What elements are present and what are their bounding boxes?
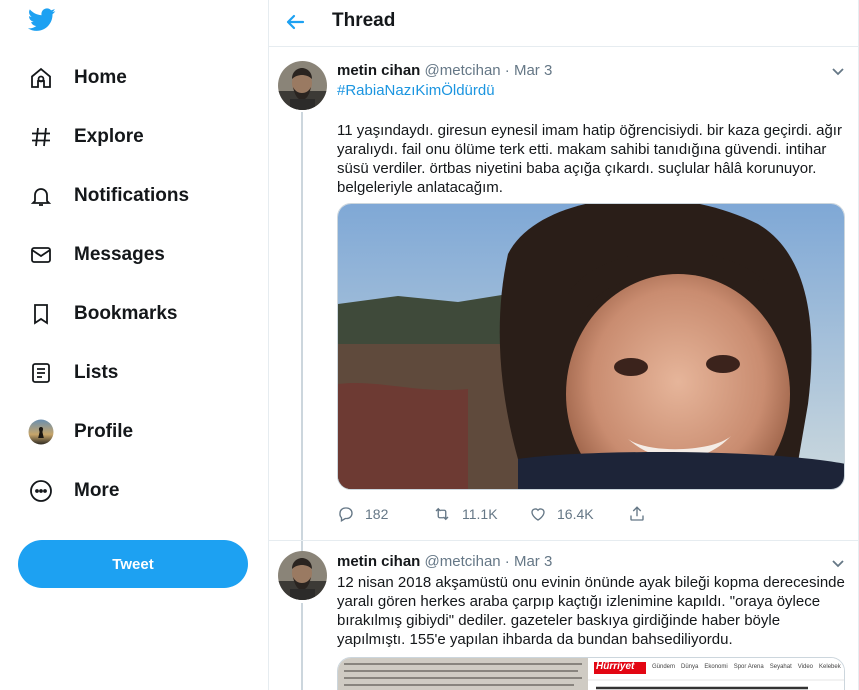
thread-connector-line	[301, 603, 303, 690]
envelope-icon	[28, 242, 54, 268]
nav-profile-label: Profile	[74, 421, 134, 442]
tweet-date[interactable]: Mar 3	[514, 62, 552, 79]
newspaper-brand: Hürriyet	[596, 661, 635, 672]
newspaper-nav-item: Spor Arena	[733, 664, 764, 670]
nav-messages-label: Messages	[74, 244, 165, 265]
thread-header: Thread	[269, 0, 858, 47]
retweet-icon	[435, 507, 449, 521]
hashtag-link[interactable]: #RabiaNazıKimÖldürdü	[337, 82, 495, 99]
author-name[interactable]: metin cihan	[337, 62, 420, 79]
avatar-icon	[28, 419, 54, 445]
share-icon	[630, 506, 644, 521]
reply-button[interactable]: 182	[337, 505, 432, 523]
bookmark-icon	[28, 301, 54, 327]
nav-home-label: Home	[74, 67, 127, 88]
nav-more-label: More	[74, 480, 120, 501]
author-handle[interactable]: @metcihan	[425, 62, 501, 79]
newspaper-nav-item: Seyahat	[769, 664, 792, 670]
retweet-count: 11.1K	[462, 506, 498, 522]
tweet-photo[interactable]: Hürriyet Gündem Dünya Ekonomi Spor Arena…	[337, 657, 845, 690]
newspaper-nav-item: Dünya	[681, 664, 699, 670]
newspaper-clipping-left	[338, 658, 844, 690]
separator-dot: ·	[504, 553, 510, 570]
tweet-actions: 182 11.1K 16.4K	[337, 502, 656, 526]
author-avatar[interactable]	[278, 551, 327, 600]
like-button[interactable]: 16.4K	[529, 505, 628, 523]
author-handle[interactable]: @metcihan	[425, 553, 501, 570]
nav-profile[interactable]: Profile	[18, 409, 143, 455]
thread-connector-line	[301, 112, 303, 552]
reply-icon	[339, 507, 353, 522]
nav-more[interactable]: More	[18, 468, 129, 514]
newspaper-nav-item: Gündem	[652, 664, 676, 670]
author-avatar[interactable]	[278, 61, 327, 110]
like-count: 16.4K	[557, 506, 594, 522]
separator-dot: ·	[504, 62, 510, 79]
bell-icon	[28, 183, 54, 209]
nav-home[interactable]: Home	[18, 55, 137, 101]
nav-messages[interactable]: Messages	[18, 232, 175, 278]
tweet-text: 11 yaşındaydı. giresun eynesil imam hati…	[337, 122, 842, 196]
author-name[interactable]: metin cihan	[337, 553, 420, 570]
share-button[interactable]	[628, 505, 656, 523]
newspaper-nav-item: Kelebek	[819, 664, 841, 670]
nav-lists-label: Lists	[74, 362, 119, 383]
page-title: Thread	[332, 10, 396, 31]
chevron-down-icon[interactable]	[831, 67, 845, 77]
chevron-down-icon[interactable]	[831, 559, 845, 569]
home-icon	[28, 65, 54, 91]
tweet[interactable]: metin cihan @metcihan · Mar 3 12 nisan 2…	[269, 540, 858, 690]
hashtag-icon	[28, 124, 54, 150]
twitter-bird-icon[interactable]	[28, 8, 56, 32]
tweet[interactable]: metin cihan @metcihan · Mar 3 #RabiaNazı…	[269, 48, 858, 552]
retweet-button[interactable]: 11.1K	[432, 505, 529, 523]
tweet-button[interactable]: Tweet	[18, 540, 248, 588]
sidebar: Home Explore Notifications Messages Book…	[0, 0, 269, 690]
heart-icon	[531, 508, 545, 521]
tweet-header: metin cihan @metcihan · Mar 3	[337, 62, 552, 79]
nav-bookmarks-label: Bookmarks	[74, 303, 178, 324]
tweet-date[interactable]: Mar 3	[514, 553, 552, 570]
newspaper-nav: Gündem Dünya Ekonomi Spor Arena Seyahat …	[652, 664, 841, 670]
nav-explore-label: Explore	[74, 126, 144, 147]
reply-count: 182	[365, 506, 389, 522]
back-arrow-icon[interactable]	[283, 10, 307, 34]
nav-lists[interactable]: Lists	[18, 350, 128, 396]
nav-notifications-label: Notifications	[74, 185, 190, 206]
thread-column: Thread metin cihan @metcihan · Mar 3 #Ra…	[269, 0, 859, 690]
newspaper-nav-item: Video	[797, 664, 814, 670]
nav-bookmarks[interactable]: Bookmarks	[18, 291, 188, 337]
tweet-text: 12 nisan 2018 akşamüstü onu evinin önünd…	[337, 574, 845, 648]
newspaper-nav-item: Ekonomi	[704, 664, 728, 670]
list-icon	[28, 360, 54, 386]
tweet-photo[interactable]	[337, 203, 845, 490]
nav-notifications[interactable]: Notifications	[18, 173, 199, 219]
more-icon	[28, 478, 54, 504]
nav-explore[interactable]: Explore	[18, 114, 154, 160]
tweet-header: metin cihan @metcihan · Mar 3	[337, 553, 552, 570]
